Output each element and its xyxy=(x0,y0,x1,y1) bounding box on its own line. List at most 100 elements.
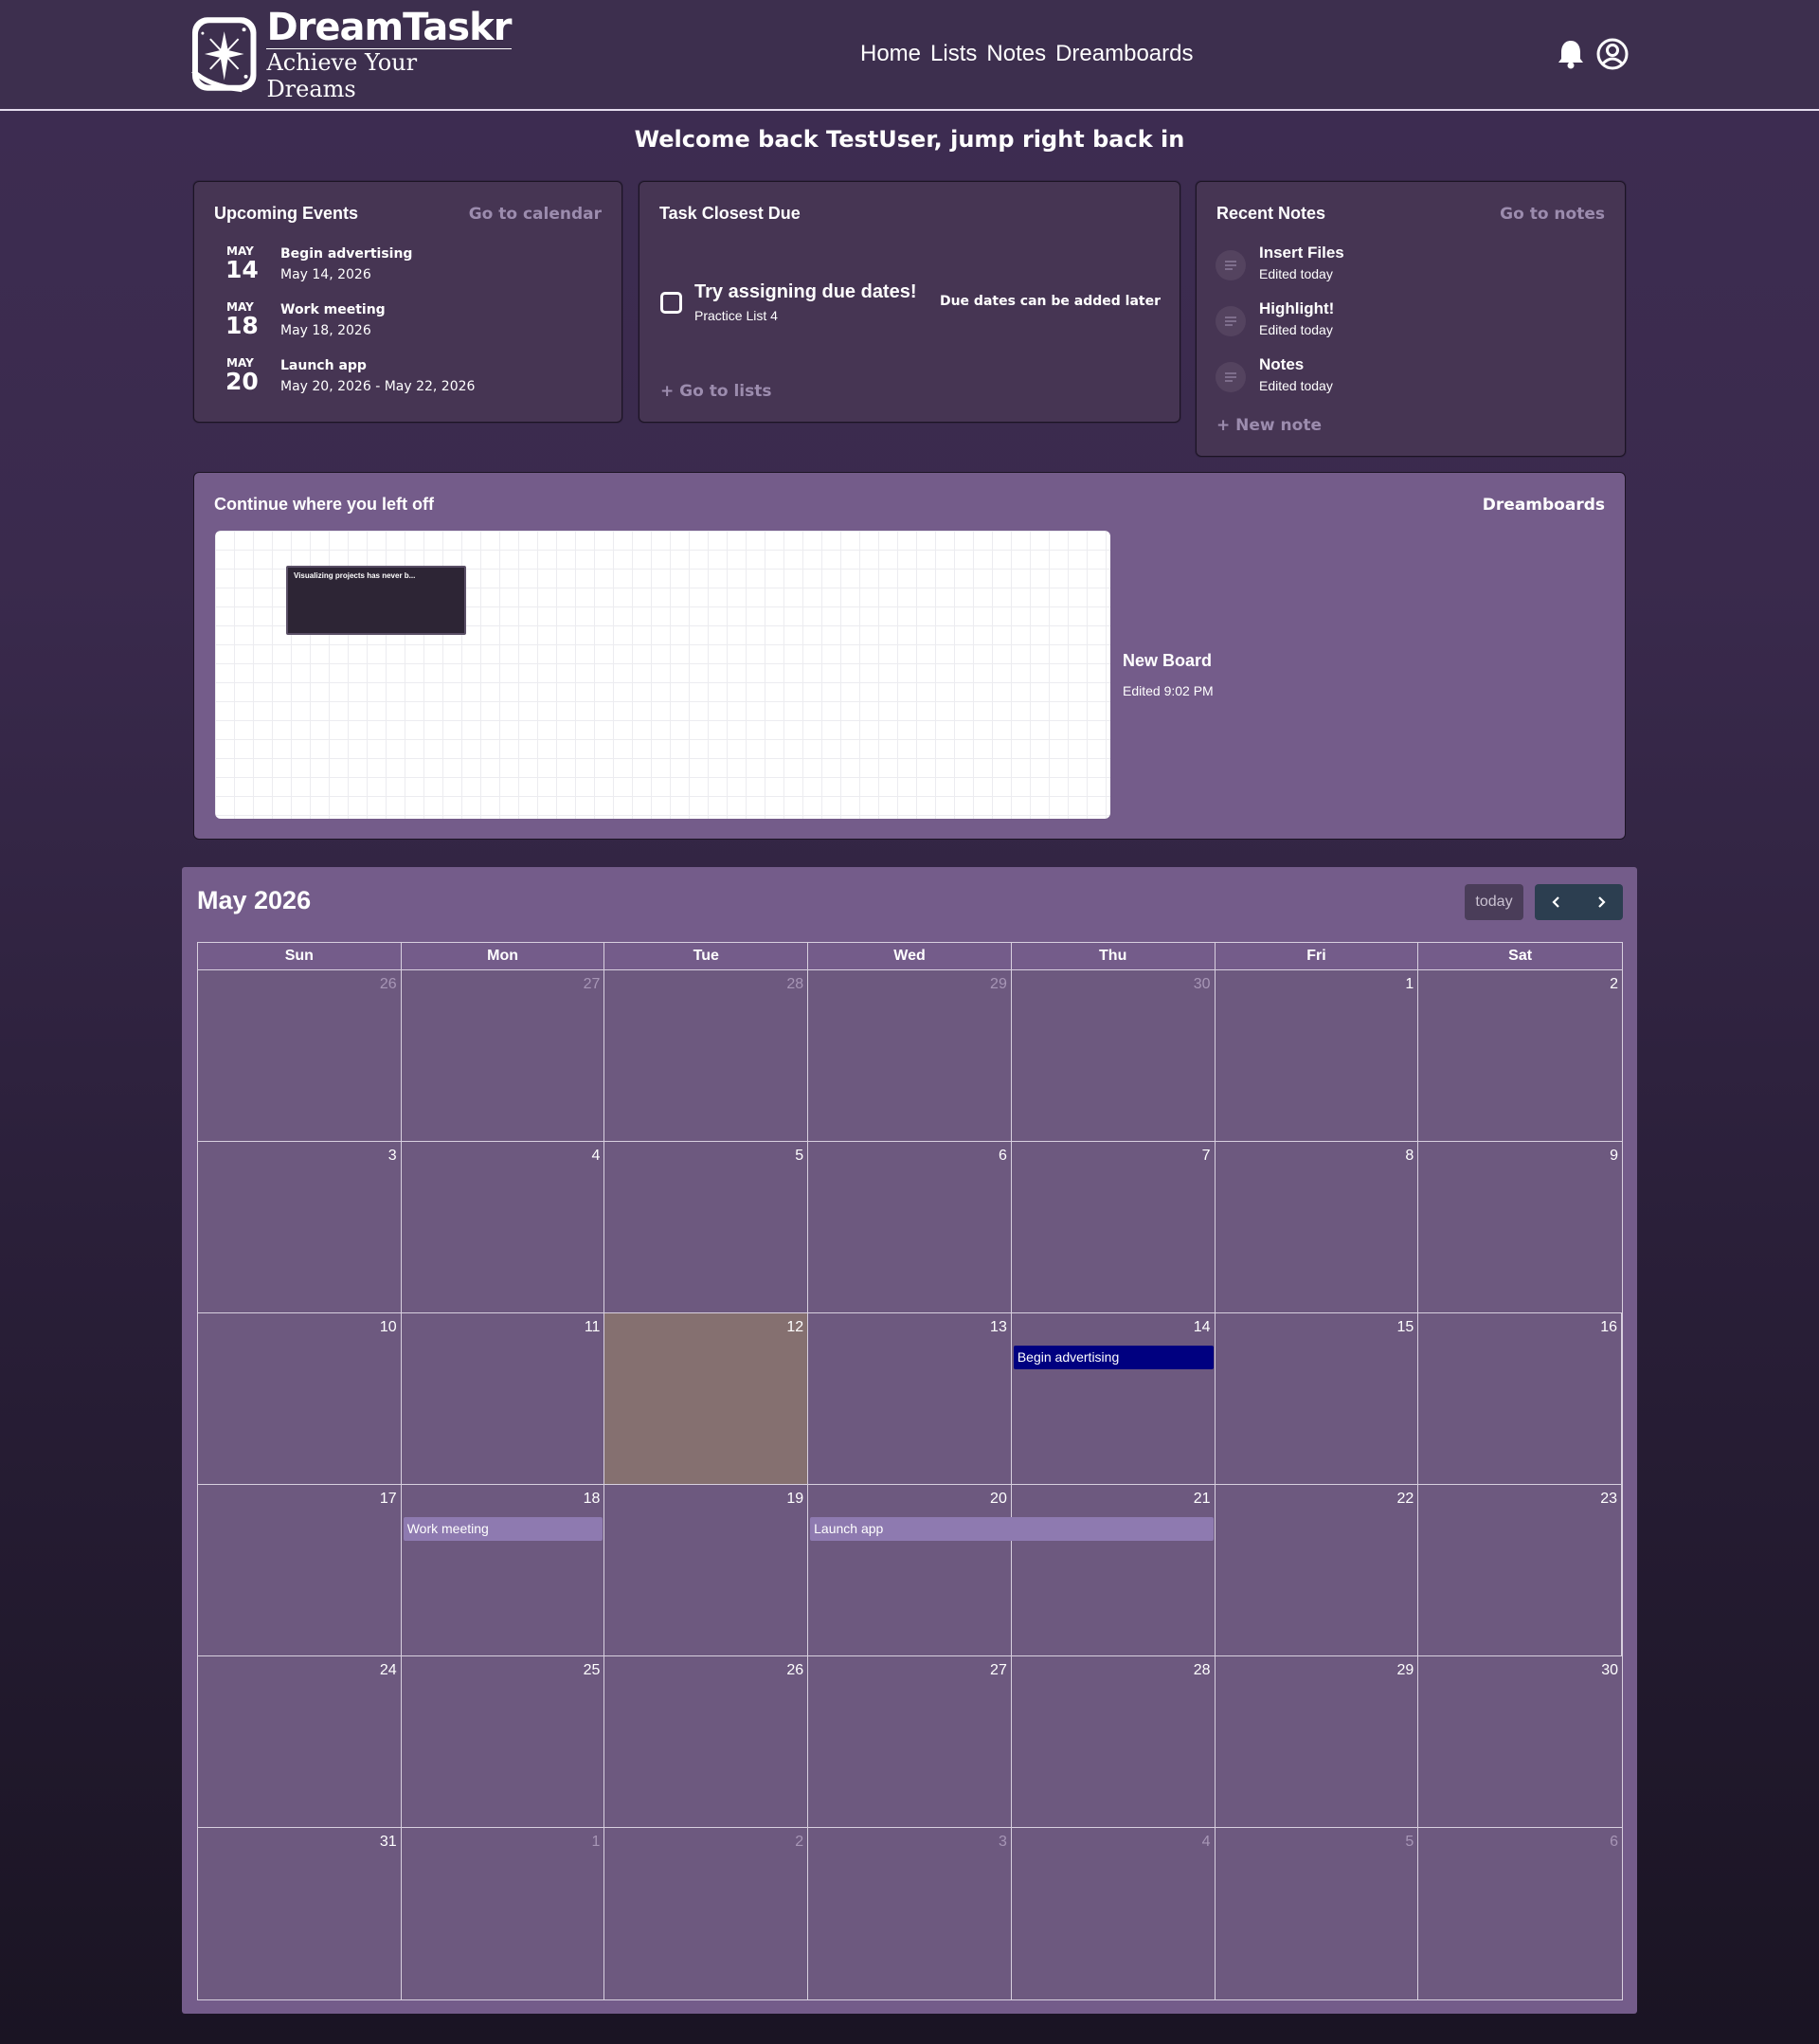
calendar-day[interactable]: 9 xyxy=(1418,1142,1622,1313)
calendar-day[interactable]: 30 xyxy=(1011,970,1216,1142)
calendar-day[interactable]: 16 xyxy=(1418,1313,1622,1485)
calendar-day[interactable]: 30 xyxy=(1418,1656,1622,1828)
day-number[interactable]: 2 xyxy=(795,1834,803,1851)
go-to-notes-link[interactable]: Go to notes xyxy=(1500,205,1605,224)
calendar-day[interactable]: 28 xyxy=(1011,1656,1216,1828)
calendar-day[interactable]: 27 xyxy=(401,970,605,1142)
calendar-day[interactable]: 19 xyxy=(604,1485,809,1656)
day-number[interactable]: 30 xyxy=(1194,976,1211,993)
calendar-day[interactable]: 2 xyxy=(604,1828,809,1999)
day-number[interactable]: 30 xyxy=(1601,1662,1618,1679)
calendar-day[interactable]: 22 xyxy=(1215,1485,1419,1656)
day-number[interactable]: 11 xyxy=(585,1319,601,1336)
day-number[interactable]: 17 xyxy=(380,1491,397,1508)
calendar-day[interactable]: 2 xyxy=(1418,970,1622,1142)
day-number[interactable]: 26 xyxy=(786,1662,803,1679)
day-number[interactable]: 22 xyxy=(1396,1491,1414,1508)
calendar-day[interactable]: 1 xyxy=(1215,970,1419,1142)
nav-dreamboards[interactable]: Dreamboards xyxy=(1055,40,1193,68)
calendar-day[interactable]: 13 xyxy=(808,1313,1012,1485)
calendar-day[interactable]: 25 xyxy=(401,1656,605,1828)
chevron-left-icon[interactable] xyxy=(1535,884,1579,920)
day-number[interactable]: 2 xyxy=(1610,976,1618,993)
go-to-calendar-link[interactable]: Go to calendar xyxy=(469,205,602,224)
bell-icon[interactable] xyxy=(1555,38,1587,70)
day-number[interactable]: 16 xyxy=(1600,1319,1617,1336)
day-number[interactable]: 28 xyxy=(786,976,803,993)
day-number[interactable]: 3 xyxy=(388,1148,397,1165)
calendar-day[interactable]: 4 xyxy=(401,1142,605,1313)
calendar-day[interactable]: 29 xyxy=(808,970,1012,1142)
calendar-day[interactable]: 26 xyxy=(198,970,402,1142)
task-checkbox[interactable] xyxy=(660,292,682,314)
task-name[interactable]: Try assigning due dates! xyxy=(694,281,917,303)
calendar-day[interactable]: 7 xyxy=(1011,1142,1216,1313)
board-preview[interactable]: Visualizing projects has never b... xyxy=(215,531,1110,819)
calendar-day[interactable]: 18 xyxy=(401,1485,605,1656)
go-to-lists-link[interactable]: + Go to lists xyxy=(660,382,771,401)
calendar-day[interactable]: 3 xyxy=(198,1142,402,1313)
day-number[interactable]: 5 xyxy=(795,1148,803,1165)
logo[interactable]: DreamTaskr Achieve Your Dreams xyxy=(189,7,512,102)
calendar-event[interactable]: Launch app xyxy=(810,1517,1214,1541)
chevron-right-icon[interactable] xyxy=(1579,884,1624,920)
note-item[interactable]: Highlight! Edited today xyxy=(1216,299,1613,347)
nav-notes[interactable]: Notes xyxy=(986,40,1046,68)
today-button[interactable]: today xyxy=(1465,884,1523,920)
calendar-day[interactable]: 4 xyxy=(1011,1828,1216,1999)
day-number[interactable]: 9 xyxy=(1610,1148,1618,1165)
day-number[interactable]: 29 xyxy=(990,976,1007,993)
day-number[interactable]: 28 xyxy=(1194,1662,1211,1679)
day-number[interactable]: 25 xyxy=(584,1662,601,1679)
calendar-event[interactable]: Begin advertising xyxy=(1013,1346,1214,1369)
calendar-event[interactable]: Work meeting xyxy=(403,1517,603,1541)
day-number[interactable]: 19 xyxy=(786,1491,803,1508)
calendar-day[interactable]: 11 xyxy=(401,1313,605,1485)
calendar-day[interactable]: 10 xyxy=(198,1313,402,1485)
calendar-day[interactable]: 23 xyxy=(1418,1485,1622,1656)
event-item[interactable]: MAY 14 Begin advertising May 14, 2026 xyxy=(217,244,615,294)
day-number[interactable]: 15 xyxy=(1396,1319,1414,1336)
day-number[interactable]: 27 xyxy=(584,976,601,993)
calendar-day[interactable]: 5 xyxy=(604,1142,809,1313)
day-number[interactable]: 31 xyxy=(380,1834,397,1851)
board-name[interactable]: New Board xyxy=(1123,651,1212,671)
day-number[interactable]: 4 xyxy=(1202,1834,1211,1851)
calendar-day[interactable]: 24 xyxy=(198,1656,402,1828)
day-number[interactable]: 18 xyxy=(584,1491,601,1508)
calendar-day[interactable]: 31 xyxy=(198,1828,402,1999)
day-number[interactable]: 14 xyxy=(1194,1319,1211,1336)
day-number[interactable]: 3 xyxy=(999,1834,1007,1851)
day-number[interactable]: 24 xyxy=(380,1662,397,1679)
day-number[interactable]: 29 xyxy=(1396,1662,1414,1679)
calendar-day[interactable]: 28 xyxy=(604,970,809,1142)
calendar-day[interactable]: 20 xyxy=(808,1485,1012,1656)
user-circle-icon[interactable] xyxy=(1596,38,1629,70)
calendar-day[interactable]: 6 xyxy=(808,1142,1012,1313)
calendar-day[interactable]: 3 xyxy=(808,1828,1012,1999)
new-note-button[interactable]: + New note xyxy=(1216,416,1322,435)
dreamboards-link[interactable]: Dreamboards xyxy=(1483,496,1605,515)
day-number[interactable]: 6 xyxy=(999,1148,1007,1165)
day-number[interactable]: 1 xyxy=(1405,976,1414,993)
event-item[interactable]: MAY 18 Work meeting May 18, 2026 xyxy=(217,300,615,350)
nav-home[interactable]: Home xyxy=(860,40,921,68)
calendar-day[interactable]: 26 xyxy=(604,1656,809,1828)
day-number[interactable]: 27 xyxy=(990,1662,1007,1679)
day-number[interactable]: 1 xyxy=(592,1834,601,1851)
calendar-day[interactable]: 29 xyxy=(1215,1656,1419,1828)
calendar-day[interactable]: 5 xyxy=(1215,1828,1419,1999)
day-number[interactable]: 20 xyxy=(990,1491,1007,1508)
calendar-day[interactable]: 8 xyxy=(1215,1142,1419,1313)
day-number[interactable]: 13 xyxy=(990,1319,1007,1336)
day-number[interactable]: 26 xyxy=(380,976,397,993)
calendar-day[interactable]: 1 xyxy=(401,1828,605,1999)
day-number[interactable]: 6 xyxy=(1610,1834,1618,1851)
calendar-day[interactable]: 17 xyxy=(198,1485,402,1656)
day-number[interactable]: 5 xyxy=(1405,1834,1414,1851)
calendar-day[interactable]: 27 xyxy=(808,1656,1012,1828)
calendar-day[interactable]: 6 xyxy=(1418,1828,1622,1999)
note-item[interactable]: Notes Edited today xyxy=(1216,355,1613,403)
calendar-day[interactable]: 12 xyxy=(604,1313,809,1485)
note-item[interactable]: Insert Files Edited today xyxy=(1216,244,1613,291)
